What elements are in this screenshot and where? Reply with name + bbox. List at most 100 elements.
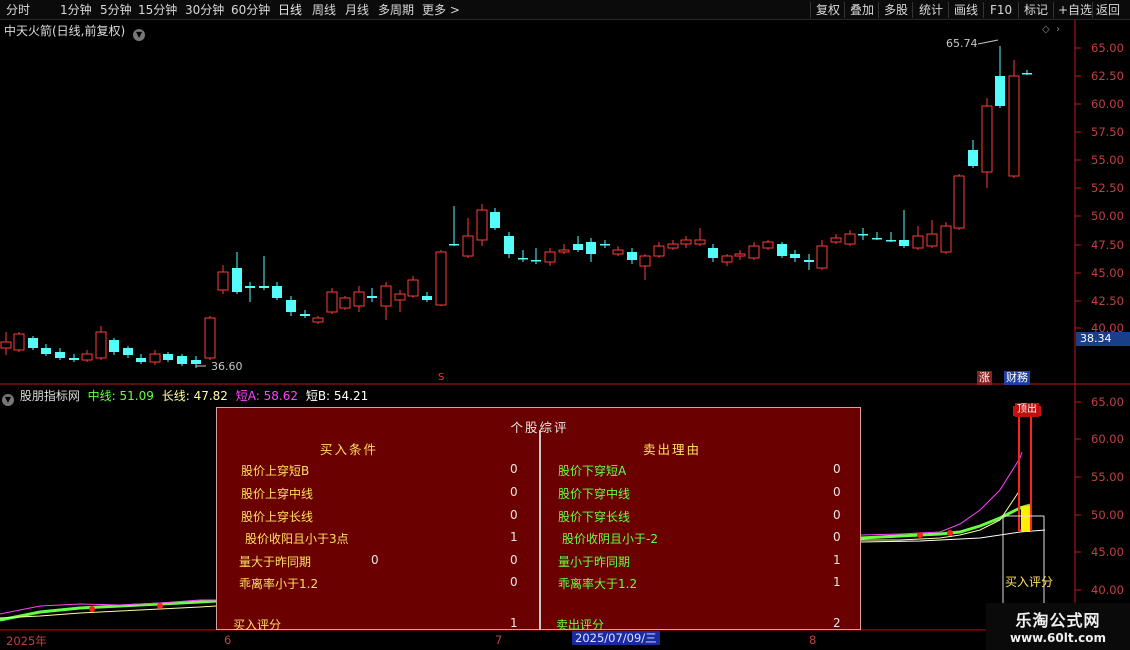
candle-body: [680, 239, 692, 245]
candle-body: [149, 353, 161, 363]
price-axis-label: 52.50: [1091, 181, 1124, 195]
indicator-header[interactable]: ▼ 股朋指标网 中线: 51.09 长线: 47.82 短A: 58.62 短B…: [2, 387, 372, 406]
candle-body: [940, 225, 952, 253]
buy-condition-label: 量大于昨同期: [239, 555, 312, 569]
buy-condition-value: 0: [510, 508, 518, 522]
candle-body: [69, 358, 79, 360]
candle-body: [667, 243, 679, 249]
candle-body: [653, 245, 665, 257]
sell-signal-marker[interactable]: S: [436, 371, 446, 385]
candle-body: [886, 240, 896, 242]
candle-body: [734, 253, 746, 257]
candle-body: [394, 293, 406, 301]
sell-reason-value: 0: [833, 508, 841, 522]
date-axis-month: 6: [224, 633, 232, 647]
candle-body: [912, 235, 924, 249]
candle-body: [872, 238, 882, 240]
candle-body: [353, 291, 365, 307]
price-axis-label: 57.50: [1091, 125, 1124, 139]
candle-body: [300, 314, 310, 316]
sell-reason-label: 股价收阴且小于-2: [562, 532, 658, 546]
indicator-axis-label: 50.00: [1091, 508, 1124, 522]
indicator-axis-label: 45.00: [1091, 545, 1124, 559]
candle-body: [858, 234, 868, 236]
candle-body: [708, 248, 718, 258]
candle-body: [981, 105, 993, 173]
candle-body: [612, 249, 624, 255]
candle-body: [55, 352, 65, 358]
price-axis-label: 55.00: [1091, 153, 1124, 167]
candle-body: [777, 244, 787, 256]
buy-condition-extra: 0: [371, 553, 379, 567]
candle-body: [899, 240, 909, 246]
candle-body: [953, 175, 965, 229]
high-price-label: 65.74: [946, 37, 978, 50]
mid-line: [0, 599, 217, 622]
finance-tag[interactable]: 财務: [1004, 371, 1030, 385]
candle-body: [762, 241, 774, 249]
price-axis-label: 62.50: [1091, 69, 1124, 83]
candle-body: [191, 360, 201, 364]
candle-body: [81, 353, 93, 361]
top-out-tag[interactable]: 顶出: [1015, 403, 1039, 417]
indicator-axis-label: 60.00: [1091, 432, 1124, 446]
candle-body: [804, 260, 814, 262]
short-a-value: 短A: 58.62: [235, 389, 298, 403]
buy-condition-value: 0: [510, 575, 518, 589]
sell-reasons-title: 卖出理由: [643, 442, 702, 457]
candle-body: [449, 244, 459, 246]
signal-dot: [157, 603, 163, 609]
volume-bar: [1021, 506, 1030, 532]
indicator-axis-label: 65.00: [1091, 395, 1124, 409]
candle-body: [600, 244, 610, 246]
high-pointer: [977, 39, 999, 45]
price-axis-label: 50.00: [1091, 209, 1124, 223]
buy-condition-value: 0: [510, 462, 518, 476]
chevron-down-icon[interactable]: ▼: [2, 394, 14, 406]
candle-body: [272, 286, 282, 298]
sell-score-value: 2: [833, 616, 841, 630]
sell-reason-label: 股价下穿长线: [558, 510, 631, 524]
buy-condition-value: 0: [510, 553, 518, 567]
mid-line-value: 中线: 51.09: [87, 389, 154, 403]
indicator-axis-label: 40.00: [1091, 583, 1124, 597]
candle-body: [1008, 75, 1020, 177]
candle-body: [1022, 73, 1032, 75]
candle-body: [326, 291, 338, 313]
candle-body: [136, 358, 146, 362]
candle-body: [286, 300, 296, 312]
sell-reason-value: 0: [833, 462, 841, 476]
candle-body: [380, 285, 392, 307]
signal-dot: [917, 532, 923, 538]
buy-condition-label: 股价上穿短B: [241, 464, 310, 478]
candle-body: [544, 251, 556, 263]
stock-review-panel: 个股综评 买入条件 卖出理由 股价上穿短B 0 股价上穿中线 0 股价上穿长线 …: [216, 407, 861, 632]
candle-body: [204, 317, 216, 359]
candle-body: [490, 212, 500, 228]
watermark-title: 乐淘公式网: [1015, 611, 1101, 630]
candle-body: [177, 356, 187, 364]
watermark-url: www.60lt.com: [1009, 631, 1107, 645]
candle-body: [462, 235, 474, 257]
buy-score-value: 1: [510, 616, 518, 630]
candle-body: [518, 258, 528, 260]
candle-body: [586, 242, 596, 254]
candle-body: [367, 296, 377, 298]
current-price-badge: 38.34: [1076, 332, 1130, 346]
long-line-value: 长线: 47.82: [161, 389, 228, 403]
candle-body: [476, 209, 488, 241]
candle-body: [558, 249, 570, 253]
low-price-label: 36.60: [211, 360, 243, 373]
candle-body: [109, 340, 119, 352]
date-axis-month: 8: [809, 633, 817, 647]
candle-body: [573, 244, 583, 250]
price-axis-label: 47.50: [1091, 238, 1124, 252]
cursor-date: 2025/07/09/三: [572, 631, 660, 645]
candle-body: [748, 245, 760, 259]
rise-tag[interactable]: 涨: [977, 371, 992, 385]
candle-body: [844, 233, 856, 245]
candle-body: [245, 286, 255, 288]
buy-conditions-title: 买入条件: [320, 442, 379, 457]
buy-condition-value: 0: [510, 485, 518, 499]
buy-condition-label: 股价上穿中线: [241, 487, 314, 501]
